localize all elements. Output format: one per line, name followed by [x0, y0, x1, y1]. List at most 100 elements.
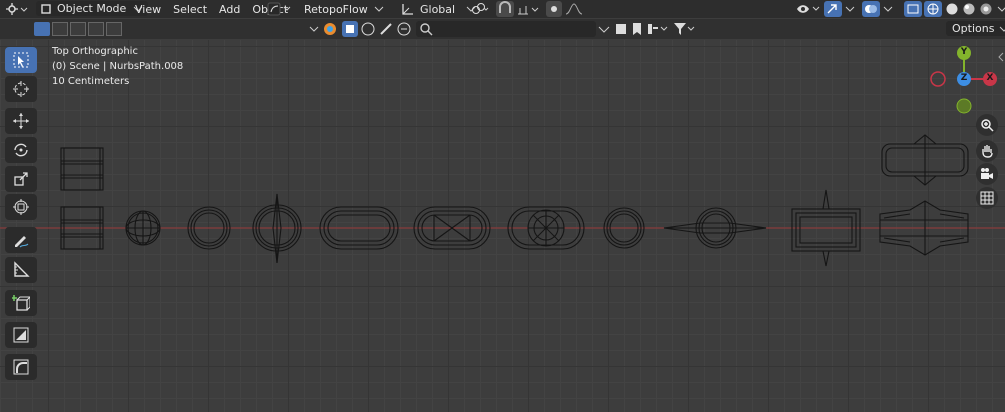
tool-measure[interactable]: [5, 257, 37, 283]
options-label: Options: [952, 22, 995, 35]
gizmo-z-label: Z: [960, 73, 968, 83]
3d-cursor-icon: [13, 81, 29, 97]
zoom-icon: [981, 119, 994, 132]
chevron-left-icon: [998, 52, 1004, 62]
chevron-down-icon[interactable]: [996, 4, 1005, 14]
chevron-down-icon: [374, 6, 384, 12]
measure-ruler-icon: [14, 261, 30, 277]
tool-settings-bar: Options: [0, 19, 1005, 39]
select-invert-icon[interactable]: [88, 22, 104, 36]
select-new-icon[interactable]: [34, 22, 50, 36]
ortho-toggle-button[interactable]: [976, 187, 998, 209]
proportional-edit-icon[interactable]: [546, 1, 562, 17]
select-subtract-icon[interactable]: [70, 22, 86, 36]
eye-icon[interactable]: [796, 2, 822, 16]
cursor-arrow-icon: [13, 52, 29, 68]
mesh-filter-icon[interactable]: [342, 21, 358, 37]
scene-filter-icon[interactable]: [322, 21, 338, 37]
tool-extrude[interactable]: [5, 322, 37, 348]
gizmo-toggle-icon[interactable]: [824, 1, 842, 17]
ortho-grid-icon: [980, 191, 994, 205]
sidebar-toggle[interactable]: [997, 50, 1005, 64]
pan-button[interactable]: [976, 140, 998, 162]
neg-y-axis-handle: [956, 98, 972, 114]
orientation-label: Global: [420, 2, 456, 16]
tool-move[interactable]: [5, 108, 37, 134]
scale-icon: [14, 172, 28, 186]
chevron-down-icon[interactable]: [308, 24, 320, 34]
select-mode-buttons: [34, 21, 122, 37]
scene-wireframes: [0, 134, 1005, 267]
menu-select[interactable]: Select: [167, 3, 213, 16]
curve-filter-icon[interactable]: [360, 21, 376, 37]
pan-icon: [982, 145, 993, 158]
snap-target-icon[interactable]: [516, 2, 542, 16]
object-info: (0) Scene | NurbsPath.008: [52, 61, 184, 72]
bevel-icon: [13, 359, 29, 375]
grid-scale: 10 Centimeters: [52, 76, 130, 87]
transform-icon: [13, 199, 29, 215]
collection-picker[interactable]: [267, 1, 295, 17]
snap-icon[interactable]: [496, 1, 514, 17]
tool-add-cube[interactable]: [5, 290, 37, 316]
viewport-info-overlay: Top Orthographic (0) Scene | NurbsPath.0…: [52, 44, 183, 89]
light-filter-icon[interactable]: [378, 21, 394, 37]
view-name: Top Orthographic: [52, 46, 138, 57]
transform-orientation-dropdown[interactable]: Global: [400, 1, 477, 17]
extrude-icon: [13, 327, 29, 343]
search-icon: [420, 23, 433, 36]
tool-select-box[interactable]: [5, 47, 37, 73]
neg-x-axis-handle: [930, 71, 946, 87]
mode-label: Object Mode: [57, 2, 127, 15]
chevron-down-icon[interactable]: [596, 21, 612, 37]
tool-rotate[interactable]: [5, 137, 37, 163]
pivot-icon[interactable]: [470, 2, 490, 16]
zoom-button[interactable]: [976, 114, 998, 136]
horizontal-spiked-ring-object[interactable]: [663, 207, 767, 249]
tool-cursor[interactable]: [5, 76, 37, 102]
tool-transform[interactable]: [5, 194, 37, 220]
search-input[interactable]: [416, 21, 596, 37]
add-cube-icon: [12, 295, 30, 311]
tool-annotate[interactable]: [5, 227, 37, 253]
menu-view[interactable]: View: [129, 3, 167, 16]
rotate-icon: [14, 143, 28, 157]
move-icon: [13, 113, 29, 129]
bookmark-icon[interactable]: [630, 21, 644, 37]
select-extend-icon[interactable]: [52, 22, 68, 36]
filter-funnel-icon[interactable]: [672, 21, 696, 37]
tool-scale[interactable]: [5, 166, 37, 192]
retopoflow-menu[interactable]: RetopoFlow: [298, 1, 384, 17]
camera-view-button[interactable]: [976, 163, 998, 185]
orientation-icon: [402, 4, 413, 15]
menu-add[interactable]: Add: [213, 3, 246, 16]
tool-bevel[interactable]: [5, 354, 37, 380]
camera-filter-icon[interactable]: [396, 21, 412, 37]
gizmo-x-label: X: [986, 73, 994, 83]
annotate-pencil-icon: [15, 236, 29, 248]
viewport-header: Object Mode View Select Add Object Retop…: [0, 0, 1005, 18]
grate-object-top[interactable]: [60, 147, 104, 191]
rendered-shading-icon[interactable]: [978, 1, 994, 17]
solid-shading-icon[interactable]: [944, 1, 960, 17]
editor-type-icon: [6, 3, 28, 15]
object-mode-icon: [41, 3, 51, 14]
ornate-piece-top[interactable]: [881, 134, 969, 186]
editor-type-selector[interactable]: [6, 1, 28, 17]
collection-icon: [267, 2, 291, 16]
visibility-group: [796, 1, 1005, 17]
sphere-object[interactable]: [125, 210, 161, 246]
chevron-down-icon[interactable]: [882, 4, 894, 14]
select-intersect-icon[interactable]: [106, 22, 122, 36]
chevron-down-icon: [1000, 26, 1005, 32]
chevron-down-icon[interactable]: [844, 4, 856, 14]
wireframe-shading-icon[interactable]: [924, 1, 942, 17]
options-dropdown[interactable]: Options: [946, 21, 1005, 36]
restrict-select-icon[interactable]: [614, 21, 628, 37]
falloff-icon[interactable]: [564, 2, 586, 16]
sort-icon[interactable]: [646, 21, 670, 37]
pivot-snap-group: [470, 1, 586, 17]
overlays-toggle-icon[interactable]: [862, 1, 880, 17]
xray-toggle-icon[interactable]: [904, 1, 922, 17]
material-shading-icon[interactable]: [961, 1, 977, 17]
